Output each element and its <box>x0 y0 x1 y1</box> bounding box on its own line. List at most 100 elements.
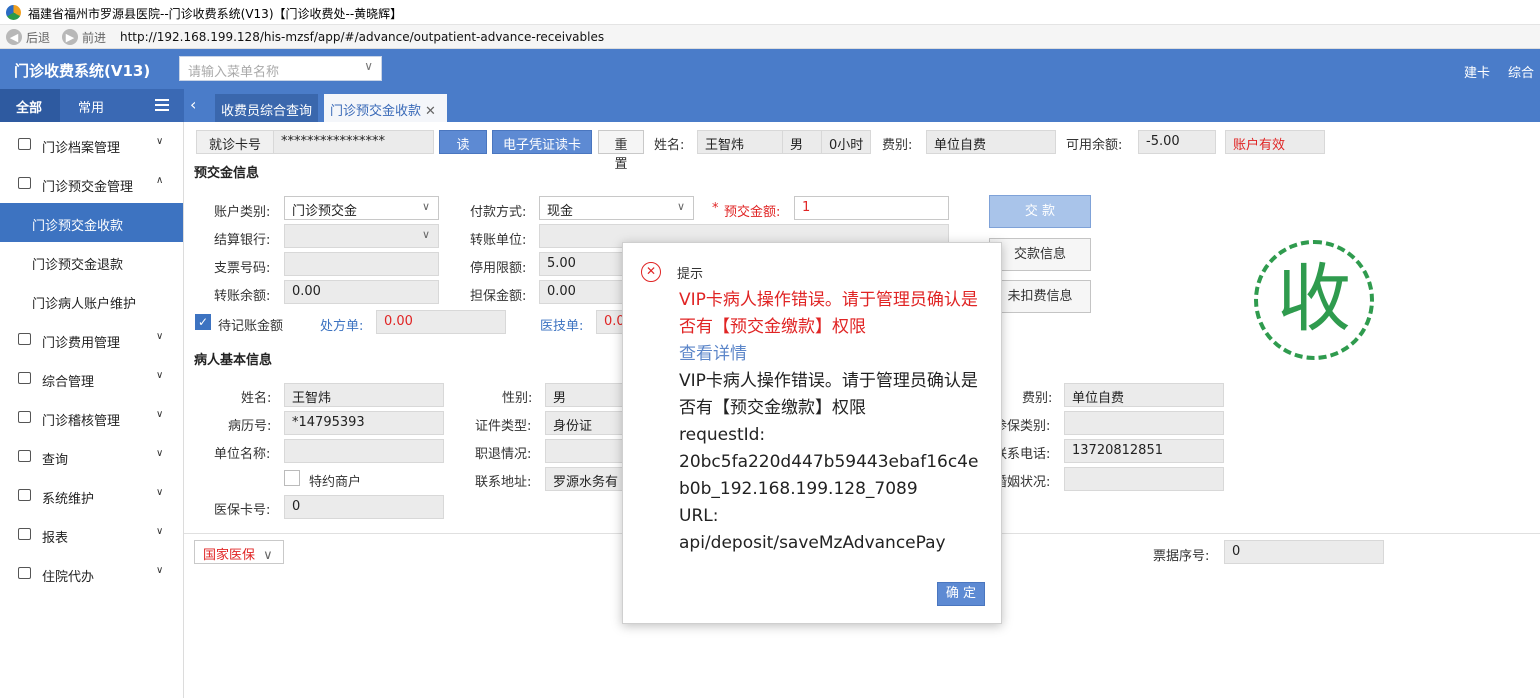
fee-icon <box>18 333 31 345</box>
rx-field: 0.00 <box>376 310 506 334</box>
tab-cashier-query[interactable]: 收费员综合查询 <box>215 94 319 122</box>
sidebar-tab-common[interactable]: 常用 <box>78 97 104 116</box>
pay-method-select[interactable]: 现金 ∨ <box>539 196 694 220</box>
sidebar-tab-all[interactable]: 全部 <box>0 89 60 122</box>
id-type-field: 身份证 <box>545 411 625 435</box>
e-voucher-read-button[interactable]: 电子凭证读卡 <box>492 130 592 154</box>
tab-deposit-receive[interactable]: 门诊预交金收款 ✕ <box>324 94 447 122</box>
error-dialog: ✕ 提示 VIP卡病人操作错误。请于管理员确认是否有【预交金缴款】权限 查看详情… <box>622 242 1002 624</box>
transfer-balance-field: 0.00 <box>284 280 439 304</box>
dialog-title: 提示 <box>677 267 704 282</box>
detail-line: VIP卡病人操作错误。请于管理员确认是否有【预交金缴款】权限 <box>679 371 978 418</box>
special-merchant-checkbox[interactable] <box>284 470 300 486</box>
create-card-link[interactable]: 建卡 <box>1464 62 1490 81</box>
sidebar-subitem-deposit-refund[interactable]: 门诊预交金退款 <box>0 242 183 281</box>
view-details-link[interactable]: 查看详情 <box>679 341 989 368</box>
sidebar: 门诊档案管理 ∨ 门诊预交金管理 ∧ 门诊预交金收款 门诊预交金退款 门诊病人账… <box>0 122 184 698</box>
sidebar-item-archive[interactable]: 门诊档案管理 ∨ <box>0 125 183 164</box>
chevron-down-icon: ∨ <box>364 59 373 73</box>
record-field: *14795393 <box>284 411 444 435</box>
back-label: 后退 <box>26 30 51 45</box>
cheque-input[interactable] <box>284 252 439 276</box>
account-type-select[interactable]: 门诊预交金 ∨ <box>284 196 439 220</box>
sidebar-subitem-label: 门诊预交金退款 <box>32 258 124 273</box>
app-header: 门诊收费系统(V13) 请输入菜单名称 ∨ 建卡 综合 <box>0 49 1540 89</box>
ticket-label: 票据序号: <box>1153 549 1210 564</box>
report-icon <box>18 528 31 540</box>
marriage-field <box>1064 467 1224 491</box>
national-insurance-dropdown[interactable]: 国家医保 ∨ <box>194 540 284 564</box>
browser-nav-bar: ◀ 后退 ▶ 前进 http://192.168.199.128/his-mzs… <box>0 25 1540 49</box>
patient-section-title: 病人基本信息 <box>194 353 273 368</box>
forward-button[interactable]: ▶ 前进 <box>62 28 106 46</box>
sidebar-subitem-label: 门诊病人账户维护 <box>32 297 137 312</box>
sidebar-item-system[interactable]: 系统维护 ∨ <box>0 476 183 515</box>
pending-label: 待记账金额 <box>218 319 284 334</box>
sidebar-item-label: 门诊稽核管理 <box>42 414 121 429</box>
stop-limit-label: 停用限额: <box>470 261 527 276</box>
pay-method-label: 付款方式: <box>470 205 527 220</box>
close-icon[interactable]: ✕ <box>425 104 436 119</box>
medcard-field: 0 <box>284 495 444 519</box>
id-type-label: 证件类型: <box>475 419 532 434</box>
card-no-input[interactable]: **************** <box>273 130 434 154</box>
sidebar-item-query[interactable]: 查询 ∨ <box>0 437 183 476</box>
tab-deposit-receive-label: 门诊预交金收款 <box>330 104 422 119</box>
sidebar-item-label: 住院代办 <box>42 570 95 585</box>
chevron-down-icon: ∨ <box>263 548 273 563</box>
card-age-field: 0小时 <box>821 130 871 154</box>
sidebar-item-label: 系统维护 <box>42 492 95 507</box>
url-field[interactable]: http://192.168.199.128/his-mzsf/app/#/ad… <box>120 30 604 44</box>
pay-info-button[interactable]: 交款信息 <box>989 238 1091 271</box>
pay-method-value: 现金 <box>547 204 574 219</box>
name-label: 姓名: <box>654 138 685 153</box>
account-status-badge: 账户有效 <box>1225 130 1325 154</box>
sidebar-subitem-label: 门诊预交金收款 <box>32 219 124 234</box>
account-type-label: 账户类别: <box>214 205 271 220</box>
menu-search-input[interactable]: 请输入菜单名称 ∨ <box>179 56 382 81</box>
pay-button[interactable]: 交 款 <box>989 195 1091 228</box>
phone-label: 联系电话: <box>994 447 1051 462</box>
ok-button[interactable]: 确 定 <box>937 582 985 606</box>
patient-sex-label: 性别: <box>502 391 533 406</box>
special-merchant-label: 特约商户 <box>309 475 362 490</box>
window-title-bar: 福建省福州市罗源县医院--门诊收费系统(V13)【门诊收费处--黄晓辉】 <box>0 0 1540 25</box>
patient-fee-field: 单位自费 <box>1064 383 1224 407</box>
sidebar-item-fee[interactable]: 门诊费用管理 ∨ <box>0 320 183 359</box>
sidebar-item-audit[interactable]: 门诊稽核管理 ∨ <box>0 398 183 437</box>
retire-field <box>545 439 625 463</box>
bank-select[interactable]: ∨ <box>284 224 439 248</box>
page-tab-bar: ‹ 收费员综合查询 门诊预交金收款 ✕ <box>184 89 1540 122</box>
back-arrow-icon: ◀ <box>6 29 22 45</box>
fee-type-label: 费别: <box>882 138 913 153</box>
insure-type-label: 参保类别: <box>994 419 1051 434</box>
sidebar-item-report[interactable]: 报表 ∨ <box>0 515 183 554</box>
chevron-down-icon: ∨ <box>421 228 430 241</box>
deposit-icon <box>18 177 31 189</box>
chevron-left-icon[interactable]: ‹ <box>190 95 196 114</box>
national-insurance-label: 国家医保 <box>203 548 256 563</box>
patient-fee-label: 费别: <box>1022 391 1053 406</box>
marriage-label: 婚姻状况: <box>994 475 1051 490</box>
menu-icon[interactable] <box>155 99 169 111</box>
app-name: 门诊收费系统(V13) <box>14 62 151 80</box>
menu-search-placeholder: 请输入菜单名称 <box>188 65 280 80</box>
reset-button[interactable]: 重 置 <box>598 130 644 172</box>
receive-stamp: 收 <box>1254 240 1374 360</box>
pending-checkbox[interactable]: ✓ <box>195 314 211 330</box>
chevron-down-icon: ∨ <box>156 448 164 459</box>
sidebar-item-deposit[interactable]: 门诊预交金管理 ∧ <box>0 164 183 203</box>
transfer-unit-label: 转账单位: <box>470 233 527 248</box>
archive-icon <box>18 138 31 150</box>
sidebar-subitem-account-maintain[interactable]: 门诊病人账户维护 <box>0 281 183 320</box>
undeducted-info-button[interactable]: 未扣费信息 <box>989 280 1091 313</box>
read-card-button[interactable]: 读 卡 <box>439 130 487 172</box>
phone-field: 13720812851 <box>1064 439 1224 463</box>
amount-input[interactable]: 1 <box>794 196 949 220</box>
back-button[interactable]: ◀ 后退 <box>6 28 50 46</box>
query-icon <box>18 450 31 462</box>
sidebar-item-manage[interactable]: 综合管理 ∨ <box>0 359 183 398</box>
sidebar-subitem-deposit-receive[interactable]: 门诊预交金收款 <box>0 203 183 242</box>
sidebar-item-inpatient[interactable]: 住院代办 ∨ <box>0 554 183 593</box>
comprehensive-link[interactable]: 综合 <box>1508 62 1534 81</box>
